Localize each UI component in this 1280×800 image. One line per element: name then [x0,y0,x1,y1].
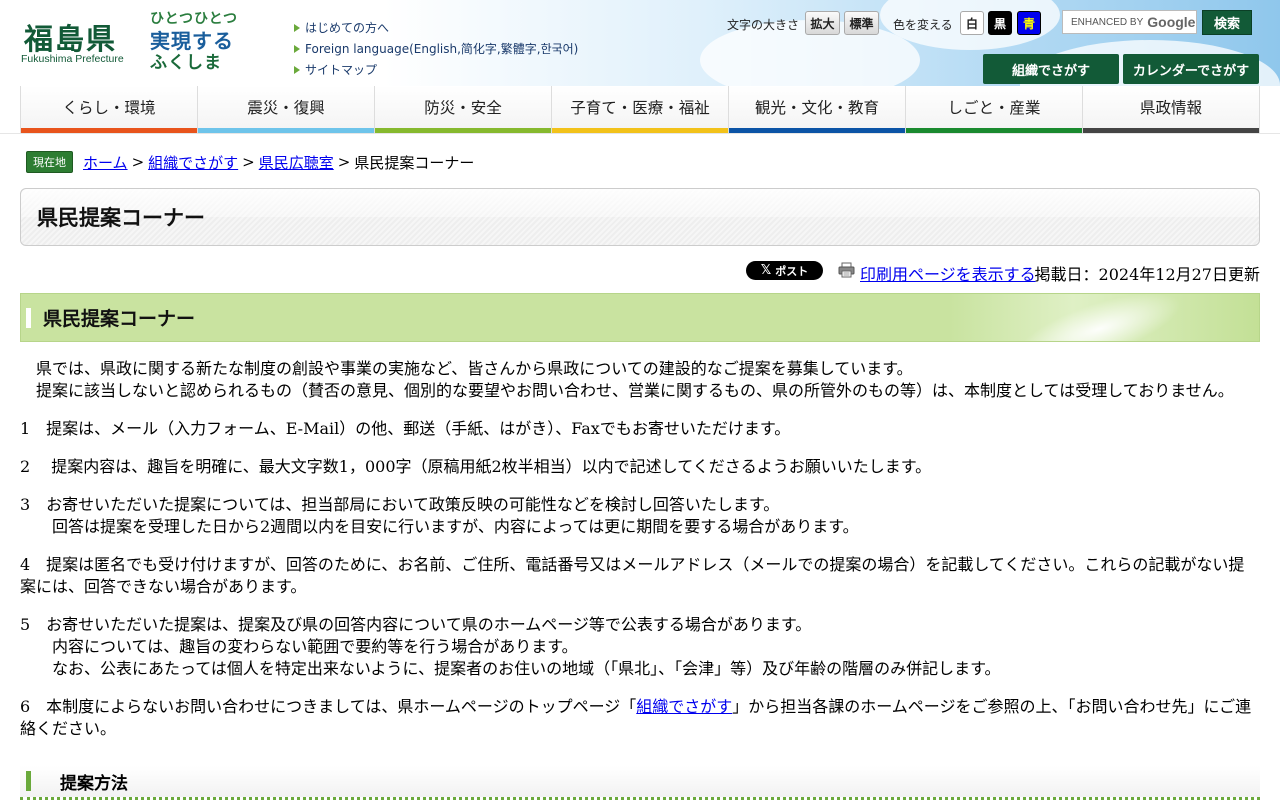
breadcrumb: 現在地 ホーム > 組織でさがす > 県民広聴室 > 県民提案コーナー [26,151,474,173]
nav-divider [0,133,1280,134]
breadcrumb-separator: > [337,153,351,171]
main-content: 県では、県政に関する新たな制度の創設や事業の実施など、皆さんから県政についての建… [20,358,1260,740]
rule-item-2: 2 提案内容は、趣旨を明確に、最大文字数1，000字（原稿用紙2枚半相当）以内で… [20,457,932,476]
section-heading: 県民提案コーナー [20,293,1260,342]
nav-welfare[interactable]: 子育て・医療・福祉 [552,86,729,133]
arrow-icon [294,44,300,53]
search-input[interactable]: ENHANCED BY Google [1062,10,1197,34]
page-title-text: 県民提案コーナー [37,206,205,230]
x-logo-icon: 𝕏 [760,263,772,278]
rule-item-6: 6 本制度によらないお問い合わせにつきましては、県ホームページのトップページ「組… [20,696,1260,740]
nav-industry[interactable]: しごと・産業 [906,86,1083,133]
nav-disaster-recovery-label: 震災・復興 [247,98,325,117]
color-blue-button[interactable]: 青 [1017,11,1041,35]
breadcrumb-separator: > [242,153,255,171]
rule-item-6-text: 6 本制度によらないお問い合わせにつきましては、県ホームページのトップページ「 [20,697,637,716]
intro-paragraph-1: 県では、県政に関する新たな制度の創設や事業の実施など、皆さんから県政についての建… [36,359,913,378]
calendar-search-button[interactable]: カレンダーでさがす [1123,54,1259,84]
search-button[interactable]: 検索 [1202,10,1252,35]
color-white-button[interactable]: 白 [960,11,984,35]
heading-marker [26,771,31,791]
breadcrumb-current: 県民提案コーナー [354,153,475,172]
breadcrumb-separator: > [131,153,145,171]
google-logo: Google [1147,14,1196,30]
nav-culture[interactable]: 観光・文化・教育 [729,86,906,133]
heading-decoration [994,294,1204,341]
rule-item-3-detail: 回答は提案を受理した日から2週間以内を目安に行いますが、内容によっては更に期間を… [52,517,859,536]
slogan-line-3: ふくしま [150,53,222,73]
color-change-label: 色を変える [893,18,953,32]
subsection-heading-text: 提案方法 [60,774,128,794]
rule-item-5: 5 お寄せいただいた提案は、提案及び県の回答内容について県のホームページ等で公表… [20,615,812,634]
rule-item-4: 4 提案は匿名でも受け付けますが、回答のために、お名前、ご住所、電話番号又はメー… [20,555,1245,596]
link-first-visit-label: はじめての方へ [305,21,390,35]
nav-safety[interactable]: 防災・安全 [375,86,552,133]
intro-paragraph-2: 提案に該当しないと認められるもの（賛否の意見、個別的な要望やお問い合わせ、営業に… [36,381,1234,400]
rule-item-1: 1 提案は、メール（入力フォーム、E-Mail）の他、郵送（手紙、はがき）、Fa… [20,419,791,438]
arrow-icon [294,65,300,74]
org-search-button[interactable]: 組織でさがす [983,54,1119,84]
font-large-button[interactable]: 拡大 [805,11,840,35]
rule-item-5-detail-1: 内容については、趣旨の変わらない範囲で要約等を行う場合があります。 [52,637,578,656]
nav-prefectural-info[interactable]: 県政情報 [1083,86,1260,133]
nav-culture-label: 観光・文化・教育 [754,98,879,117]
header-links: はじめての方へ Foreign language(English,简化字,繁體字… [294,17,578,80]
search-placeholder: ENHANCED BY [1071,16,1144,28]
logo-subtitle: Fukushima Prefecture [21,53,124,65]
printer-icon [838,262,855,278]
current-location-badge: 現在地 [26,151,73,173]
heading-marker [26,308,31,328]
slogan-line-2: 実現する [150,29,234,53]
nav-disaster-recovery[interactable]: 震災・復興 [198,86,375,133]
font-standard-button[interactable]: 標準 [844,11,879,35]
nav-living[interactable]: くらし・環境 [20,86,198,133]
org-search-link[interactable]: 組織でさがす [636,697,732,716]
x-post-label: ポスト [775,264,809,278]
breadcrumb-home[interactable]: ホーム [83,152,128,173]
section-heading-text: 県民提案コーナー [43,308,196,330]
rule-item-3: 3 お寄せいただいた提案については、担当部局において政策反映の可能性などを検討し… [20,495,780,514]
breadcrumb-org-search[interactable]: 組織でさがす [148,152,238,173]
slogan-line-1: ひとつひとつ [150,11,239,27]
arrow-icon [294,23,300,32]
nav-safety-label: 防災・安全 [424,98,502,117]
link-foreign-language-label: Foreign language(English,简化字,繁體字,한국어) [305,42,579,56]
global-nav: くらし・環境 震災・復興 防災・安全 子育て・医療・福祉 観光・文化・教育 しご… [20,86,1260,133]
nav-living-label: くらし・環境 [62,98,156,117]
rule-item-5-detail-2: なお、公表にあたっては個人を特定出来ないように、提案者のお住いの地域（「県北」、… [52,659,1001,678]
link-foreign-language[interactable]: Foreign language(English,简化字,繁體字,한국어) [294,38,578,59]
nav-industry-label: しごと・産業 [947,98,1041,117]
link-sitemap[interactable]: サイトマップ [294,59,578,80]
subsection-heading: 提案方法 [20,766,1260,800]
font-size-label: 文字の大きさ [727,18,800,32]
page-title: 県民提案コーナー [20,188,1260,246]
site-header: 福島県 Fukushima Prefecture ひとつひとつ 実現する ふくし… [0,0,1280,86]
x-post-button[interactable]: 𝕏 ポスト [746,261,823,280]
nav-welfare-label: 子育て・医療・福祉 [570,98,710,117]
color-black-button[interactable]: 黒 [988,11,1012,35]
slogan-logo: ひとつひとつ 実現する ふくしま [150,8,246,78]
posted-date: 掲載日：2024年12月27日更新 [1034,265,1260,284]
nav-prefectural-info-label: 県政情報 [1139,98,1202,117]
breadcrumb-public-hearing-office[interactable]: 県民広聴室 [259,152,334,173]
link-first-visit[interactable]: はじめての方へ [294,17,578,38]
print-page-link[interactable]: 印刷用ページを表示する [860,261,1036,285]
logo-name[interactable]: 福島県 [24,16,117,58]
link-sitemap-label: サイトマップ [305,63,378,77]
